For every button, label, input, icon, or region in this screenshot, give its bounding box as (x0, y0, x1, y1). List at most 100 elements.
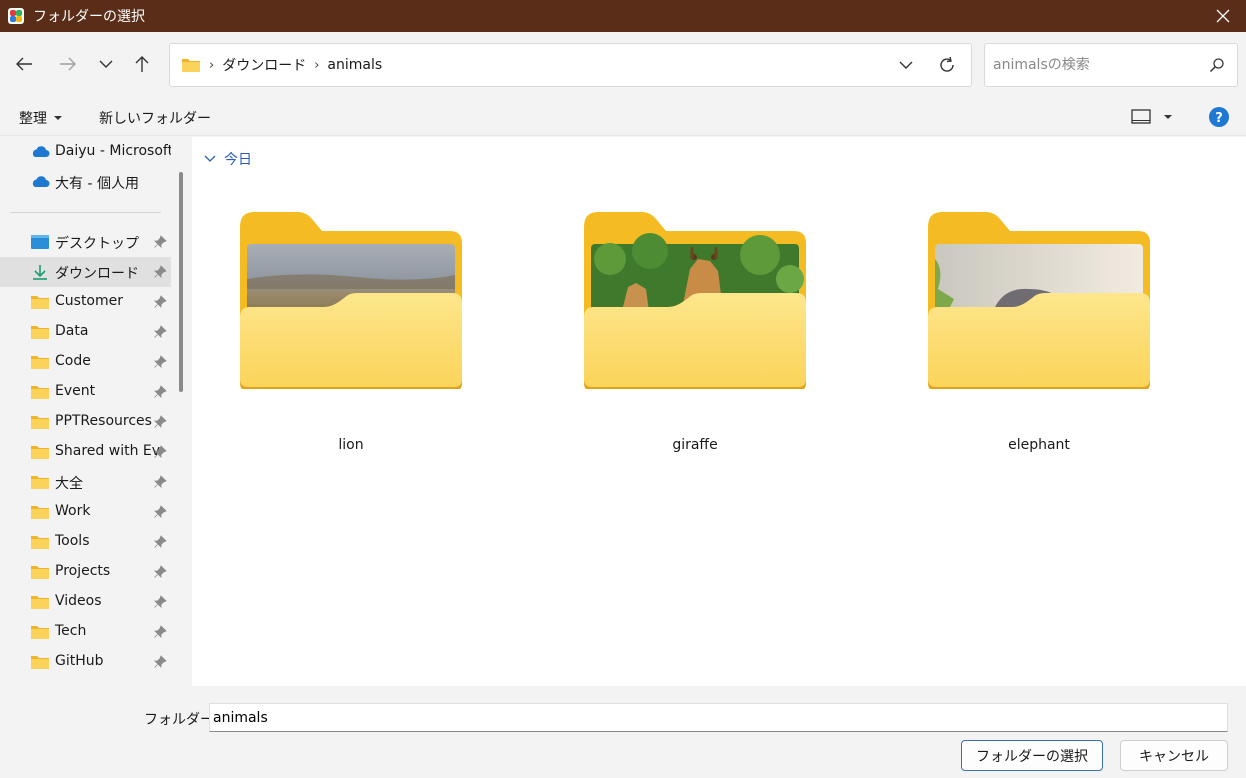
breadcrumb-animals[interactable]: animals (327, 57, 382, 73)
up-button[interactable] (128, 50, 156, 78)
folder-item-elephant[interactable]: elephant (924, 209, 1154, 459)
group-label: 今日 (224, 152, 252, 168)
sidebar-item-label: 大全 (55, 476, 83, 492)
arrow-up-icon (135, 56, 149, 72)
sidebar-item-onedrive-business[interactable]: Daiyu - Microsoft (0, 137, 171, 167)
pin-icon (154, 385, 167, 398)
search-box[interactable] (984, 43, 1238, 87)
desktop-icon (31, 235, 49, 249)
pin-icon (154, 355, 167, 368)
pin-icon (154, 655, 167, 668)
sidebar-item-tech[interactable]: Tech (0, 617, 171, 647)
view-options-button[interactable] (1131, 107, 1175, 127)
download-icon (33, 265, 47, 280)
sidebar-divider (10, 212, 161, 213)
folder-item-giraffe[interactable]: giraffe (580, 209, 810, 459)
forward-button[interactable] (54, 50, 82, 78)
pin-icon (154, 295, 167, 308)
sidebar-item-code[interactable]: Code (0, 347, 171, 377)
sidebar-item-label: PPTResources (55, 413, 152, 429)
folder-icon (31, 476, 49, 489)
close-icon (1216, 9, 1230, 23)
sidebar-item-pptresources[interactable]: PPTResources (0, 407, 171, 437)
sidebar-item-daizen[interactable]: 大全 (0, 467, 171, 497)
folder-icon (31, 386, 49, 399)
sidebar-item-label: Code (55, 353, 91, 369)
pin-icon (154, 265, 167, 278)
sidebar-item-label: Tools (55, 533, 90, 549)
back-button[interactable] (10, 50, 38, 78)
sidebar-item-tools[interactable]: Tools (0, 527, 171, 557)
folder-icon (31, 596, 49, 609)
folder-thumbnail-icon (240, 212, 462, 391)
sidebar-item-desktop[interactable]: デスクトップ (0, 227, 171, 257)
sidebar-item-videos[interactable]: Videos (0, 587, 171, 617)
pin-icon (154, 595, 167, 608)
folder-icon (31, 296, 49, 309)
caret-down-icon (54, 116, 62, 120)
sidebar-item-shared[interactable]: Shared with Ev (0, 437, 171, 467)
pin-icon (154, 535, 167, 548)
pin-icon (154, 505, 167, 518)
folder-field-label: フォルダー: (144, 712, 219, 728)
sidebar-item-label: 大有 - 個人用 (55, 176, 139, 192)
search-input[interactable] (993, 54, 1198, 76)
folder-name: elephant (1008, 437, 1070, 453)
caret-down-icon (1164, 115, 1172, 119)
sidebar-item-label: ダウンロード (55, 266, 139, 282)
sidebar-item-label: GitHub (55, 653, 104, 669)
sidebar-item-label: Daiyu - Microsoft (55, 143, 171, 159)
file-list: 今日 lion giraffe elephant (192, 137, 1246, 686)
recent-locations-button[interactable] (92, 50, 120, 78)
group-header-today[interactable]: 今日 (204, 149, 252, 169)
sidebar-scrollbar[interactable] (179, 172, 183, 392)
sidebar-item-onedrive-personal[interactable]: 大有 - 個人用 (0, 167, 171, 197)
arrow-right-icon (60, 57, 76, 71)
sidebar-item-customer[interactable]: Customer (0, 287, 171, 317)
folder-icon (31, 356, 49, 369)
folder-icon (31, 446, 49, 459)
folder-icon (31, 506, 49, 519)
folder-thumbnail-icon (928, 212, 1150, 391)
arrow-left-icon (16, 57, 32, 71)
sidebar-item-downloads[interactable]: ダウンロード (0, 257, 171, 287)
sidebar-item-data[interactable]: Data (0, 317, 171, 347)
svg-text:?: ? (1215, 111, 1223, 126)
close-button[interactable] (1200, 0, 1246, 32)
sidebar-item-event[interactable]: Event (0, 377, 171, 407)
title-bar: フォルダーの選択 (0, 0, 1246, 32)
folder-icon (31, 656, 49, 669)
sidebar-item-label: Data (55, 323, 89, 339)
sidebar-item-label: Tech (55, 623, 87, 639)
breadcrumb-downloads[interactable]: ダウンロード (222, 55, 306, 75)
folder-icon (31, 326, 49, 339)
folder-name-input[interactable] (209, 703, 1228, 732)
pin-icon (154, 235, 167, 248)
sidebar-item-label: Videos (55, 593, 102, 609)
sidebar-item-projects[interactable]: Projects (0, 557, 171, 587)
sidebar-item-github[interactable]: GitHub (0, 647, 171, 677)
breadcrumb-separator: › (314, 57, 320, 73)
refresh-icon[interactable] (937, 55, 957, 75)
cancel-button[interactable]: キャンセル (1120, 740, 1228, 771)
sidebar-item-work[interactable]: Work (0, 497, 171, 527)
pin-icon (154, 325, 167, 338)
chevron-down-icon[interactable] (897, 56, 915, 74)
navigation-bar: › ダウンロード › animals (0, 32, 1246, 98)
new-folder-button[interactable]: 新しいフォルダー (99, 108, 211, 128)
help-button[interactable]: ? (1209, 107, 1229, 131)
search-icon[interactable] (1209, 57, 1225, 73)
pin-icon (154, 415, 167, 428)
address-bar[interactable]: › ダウンロード › animals (169, 43, 972, 87)
folder-name: lion (338, 437, 364, 453)
pin-icon (154, 445, 167, 458)
sidebar-item-label: デスクトップ (55, 236, 139, 252)
window-title: フォルダーの選択 (33, 9, 145, 25)
sidebar-item-label: Work (55, 503, 91, 519)
folder-icon (182, 59, 200, 72)
select-folder-button[interactable]: フォルダーの選択 (961, 740, 1103, 771)
chevron-down-icon (99, 60, 113, 68)
organize-button[interactable]: 整理 (19, 108, 63, 128)
folder-item-lion[interactable]: lion (236, 209, 466, 459)
sidebar-item-label: Event (55, 383, 96, 399)
